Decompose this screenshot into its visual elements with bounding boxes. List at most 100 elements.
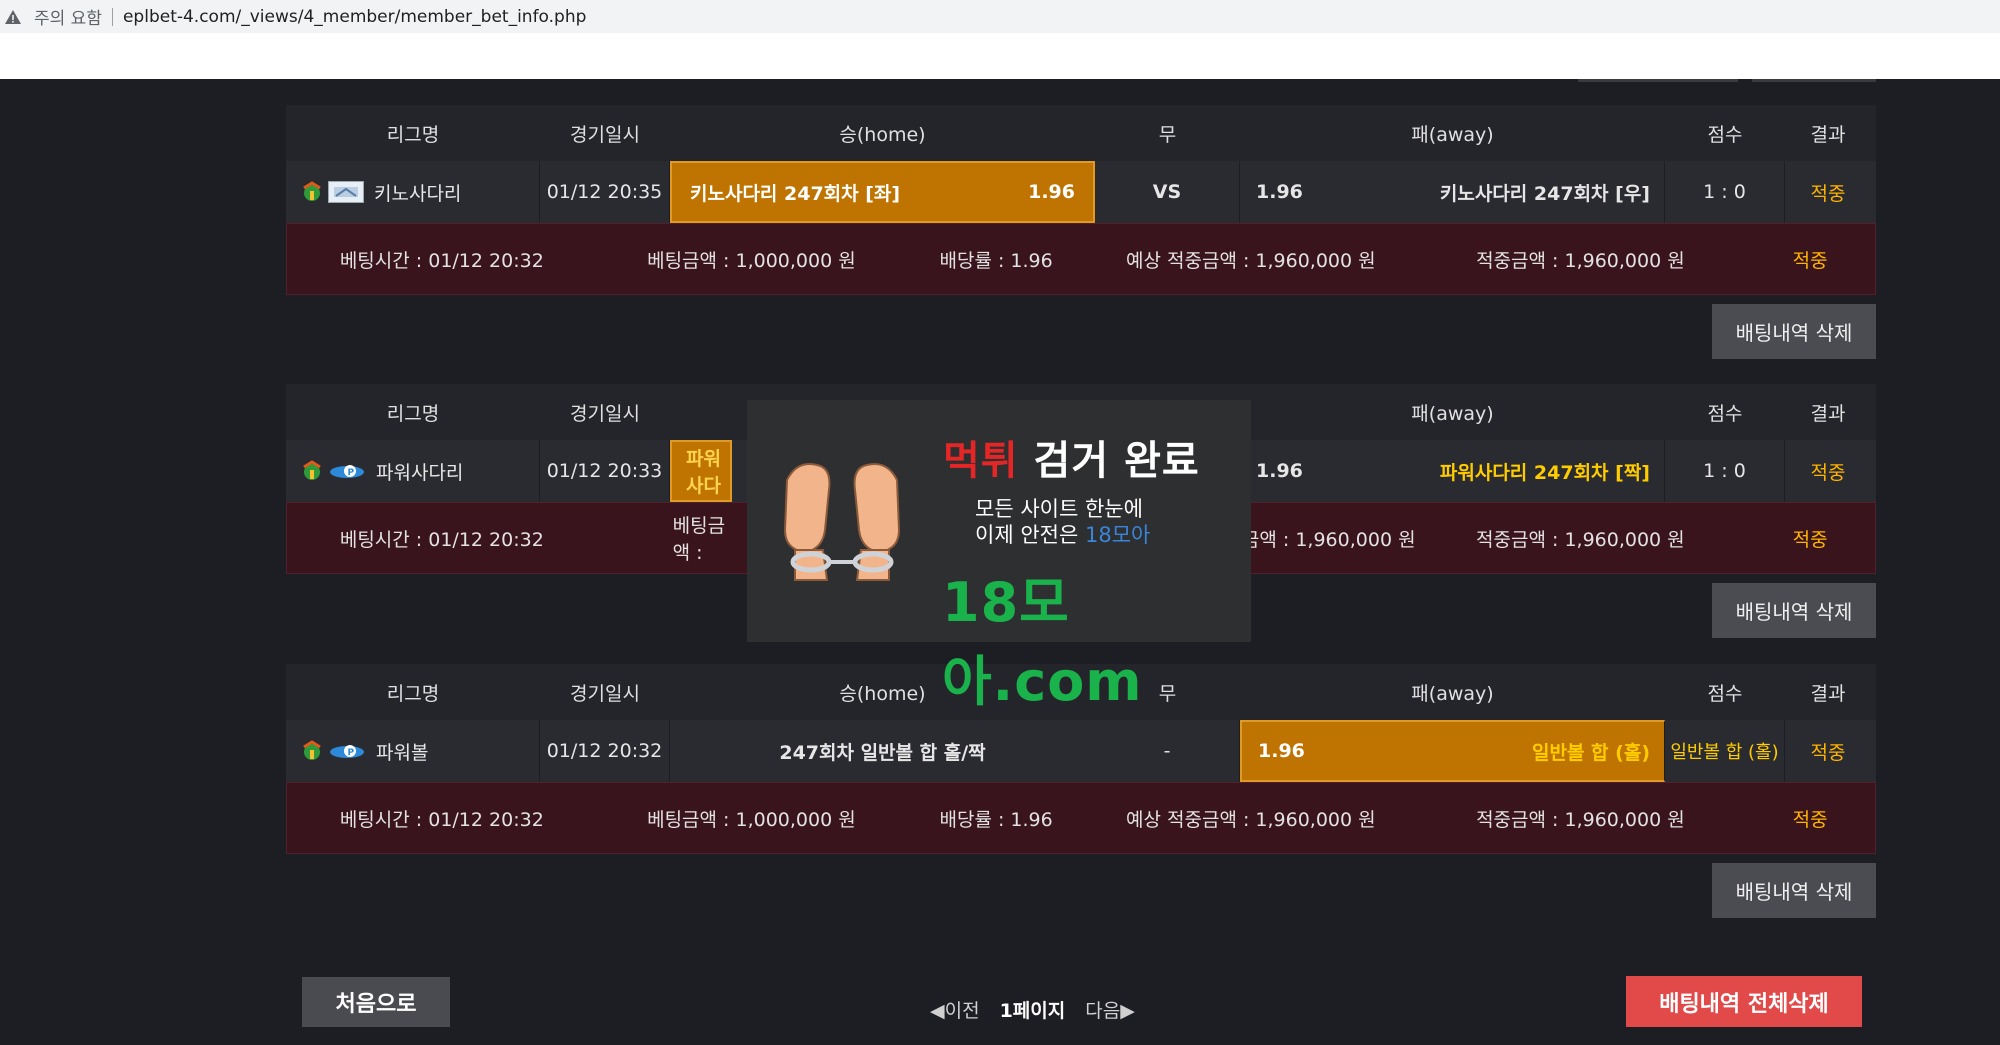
draw-cell: VS — [1095, 161, 1240, 223]
sport-logo-icon — [303, 740, 321, 760]
watermark-title-red: 먹튀 — [943, 438, 1019, 484]
sport-logo-icon — [303, 460, 321, 480]
league-cell: 키노사다리 — [286, 161, 540, 223]
bet-row: 키노사다리 01/12 20:35 키노사다리 247회차 [좌] 1.96 V… — [286, 161, 1876, 223]
watermark-line2: 이제 안전은 — [975, 523, 1079, 547]
first-page-button[interactable]: 처음으로 — [302, 977, 450, 1027]
match-datetime: 01/12 20:35 — [540, 161, 670, 223]
delete-bet-button[interactable]: 배팅내역 삭제 — [1712, 304, 1876, 359]
won-amount: 적중금액 : 1,960,000 원 — [1476, 528, 1685, 551]
draw-cell: - — [1095, 720, 1240, 782]
delete-all-bets-button[interactable]: 배팅내역 전체삭제 — [1626, 976, 1862, 1027]
bet-row: P 파워볼 01/12 20:32 247회차 일반볼 합 홀/짝 - 1.96… — [286, 720, 1876, 782]
home-odds: 1.96 — [1028, 181, 1075, 203]
result-cell: 적중 — [1810, 461, 1846, 484]
header-league: 리그명 — [386, 402, 440, 425]
bet-table-header: 리그명 경기일시 승(home) 무 패(away) 점수 결과 — [286, 105, 1876, 161]
watermark-line1: 모든 사이트 한눈에 — [975, 497, 1143, 521]
away-odds: 1.96 — [1256, 460, 1303, 482]
expected-win: 예상 적중금액 : 1,960,000 원 — [1126, 808, 1376, 831]
header-home: 승(home) — [839, 123, 926, 146]
delete-bet-button[interactable]: 배팅내역 삭제 — [1712, 863, 1876, 918]
site-header-bar — [0, 33, 2000, 79]
score-cell: 일반볼 합 (홀) — [1665, 720, 1785, 782]
bet-time: 베팅시간 : 01/12 20:32 — [339, 528, 544, 551]
bet-odds: 배당률 : 1.96 — [939, 249, 1053, 272]
header-away: 패(away) — [1411, 402, 1494, 425]
won-amount: 적중금액 : 1,960,000 원 — [1476, 249, 1685, 272]
svg-text:P: P — [348, 468, 355, 478]
security-warning-text: 주의 요함 — [34, 9, 102, 29]
watermark-banner: 먹튀 검거 완료 모든 사이트 한눈에 이제 안전은 18모아 18모아.com — [747, 400, 1251, 713]
watermark-brand: 18모아 — [1084, 523, 1151, 547]
bet-odds: 배당률 : 1.96 — [939, 808, 1053, 831]
league-name: 파워볼 — [376, 741, 429, 764]
prev-page-link[interactable]: ◀이전 — [930, 996, 980, 1023]
bet-amount: 베팅금액 : 1,000,000 원 — [647, 808, 856, 831]
bet-amount: 베팅금액 : — [672, 515, 726, 564]
watermark-title: 검거 완료 — [1033, 438, 1200, 484]
bet-time: 베팅시간 : 01/12 20:32 — [339, 808, 544, 831]
powerball-logo-icon: P — [330, 745, 364, 758]
league-flag-icon — [328, 181, 364, 203]
home-selection[interactable]: 247회차 일반볼 합 홀/짝 — [670, 720, 1095, 782]
league-name: 키노사다리 — [374, 182, 462, 205]
bet-time: 베팅시간 : 01/12 20:32 — [339, 249, 544, 272]
sport-logo-icon — [303, 181, 321, 201]
bet-amount: 베팅금액 : 1,000,000 원 — [647, 249, 856, 272]
powerball-logo-icon: P — [330, 465, 364, 478]
tab-remnant-2 — [1752, 79, 1876, 82]
address-separator — [111, 7, 113, 26]
header-result: 결과 — [1810, 123, 1846, 146]
home-team-name: 키노사다리 247회차 [좌] — [690, 182, 901, 205]
header-datetime: 경기일시 — [570, 123, 640, 146]
next-page-link[interactable]: 다음▶ — [1085, 996, 1135, 1023]
away-odds: 1.96 — [1258, 740, 1305, 762]
result-cell: 적중 — [1810, 182, 1846, 205]
bet-block-1: 리그명 경기일시 승(home) 무 패(away) 점수 결과 키노사다리 0… — [286, 105, 1876, 359]
league-cell: P 파워볼 — [286, 720, 540, 782]
away-selection[interactable]: 1.96 파워사다리 247회차 [짝] — [1240, 440, 1665, 502]
league-name: 파워사다리 — [376, 461, 464, 484]
home-selected-fragment: 파워사다 — [670, 440, 732, 502]
match-datetime: 01/12 20:32 — [540, 720, 670, 782]
win-status: 적중 — [1792, 528, 1828, 551]
away-team-name: 파워사다리 247회차 [짝] — [1439, 461, 1650, 484]
bet-info-row: 베팅시간 : 01/12 20:32 베팅금액 : 1,000,000 원 배당… — [286, 782, 1876, 854]
won-amount: 적중금액 : 1,960,000 원 — [1476, 808, 1685, 831]
handcuffed-fists-icon — [783, 463, 901, 581]
bet-info-row: 베팅시간 : 01/12 20:32 베팅금액 : 1,000,000 원 배당… — [286, 223, 1876, 295]
header-result: 결과 — [1810, 402, 1846, 425]
score-cell: 1 : 0 — [1665, 440, 1785, 502]
header-league: 리그명 — [386, 123, 440, 146]
league-cell: P 파워사다리 — [286, 440, 540, 502]
header-score: 점수 — [1707, 402, 1743, 425]
header-draw: 무 — [1158, 123, 1177, 146]
match-datetime: 01/12 20:33 — [540, 440, 670, 502]
win-status: 적중 — [1792, 249, 1828, 272]
win-status: 적중 — [1792, 808, 1828, 831]
watermark-domain: 18모아.com — [942, 571, 1143, 713]
away-selection[interactable]: 1.96 키노사다리 247회차 [우] — [1240, 161, 1665, 223]
svg-text:P: P — [348, 748, 355, 758]
warning-triangle-icon — [5, 9, 21, 24]
header-datetime: 경기일시 — [570, 682, 640, 705]
result-cell: 적중 — [1810, 741, 1846, 764]
away-odds: 1.96 — [1256, 181, 1303, 203]
header-away: 패(away) — [1411, 682, 1494, 705]
pagination: ◀이전 1페이지 다음▶ — [930, 994, 1135, 1024]
away-selection[interactable]: 1.96 일반볼 합 (홀) — [1240, 720, 1665, 782]
url-text[interactable]: eplbet-4.com/_views/4_member/member_bet_… — [123, 7, 586, 27]
header-score: 점수 — [1707, 682, 1743, 705]
home-selection[interactable]: 키노사다리 247회차 [좌] 1.96 — [670, 161, 1095, 223]
header-league: 리그명 — [386, 682, 440, 705]
away-team-name: 일반볼 합 (홀) — [1532, 741, 1650, 764]
score-cell: 1 : 0 — [1665, 161, 1785, 223]
delete-bet-button[interactable]: 배팅내역 삭제 — [1712, 583, 1876, 638]
away-team-name: 키노사다리 247회차 [우] — [1439, 182, 1650, 205]
address-bar[interactable]: 주의 요함 eplbet-4.com/_views/4_member/membe… — [0, 0, 2000, 33]
header-result: 결과 — [1810, 682, 1846, 705]
current-page: 1페이지 — [999, 999, 1066, 1022]
header-score: 점수 — [1707, 123, 1743, 146]
header-datetime: 경기일시 — [570, 402, 640, 425]
